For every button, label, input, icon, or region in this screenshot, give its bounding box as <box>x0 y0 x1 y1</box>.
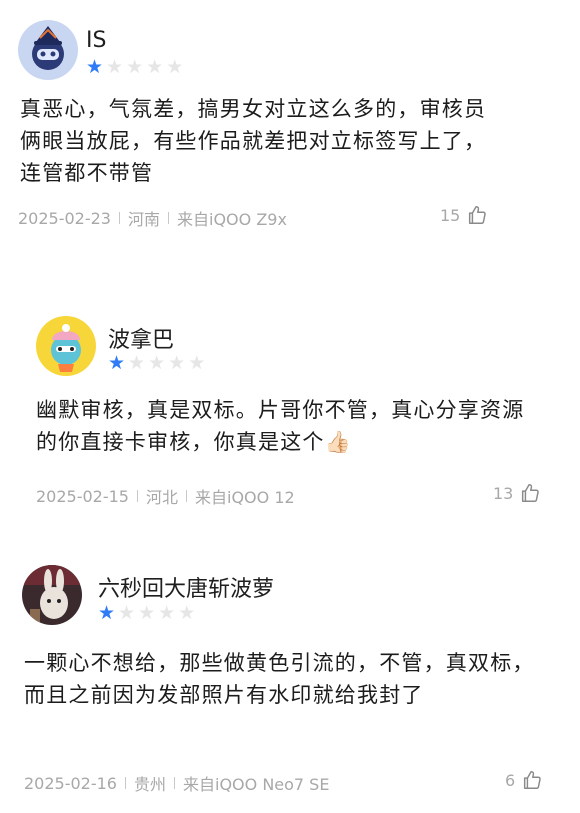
like-count: 13 <box>493 483 514 503</box>
divider <box>186 490 187 502</box>
like-count: 15 <box>440 205 461 225</box>
review-text: 真恶心，气氛差，搞男女对立这么多的，审核员俩眼当放屁，有些作品就差把对立标签写上… <box>20 97 487 185</box>
star-rating: ★ ★ ★ ★ ★ <box>86 58 183 77</box>
star-icon: ★ <box>126 56 144 78</box>
review-text: 一颗心不想给，那些做黄色引流的，不管，真双标，而且之前因为发部照片有水印就给我封… <box>24 651 535 707</box>
review-meta: 2025-02-15 河北 来自iQOO 12 <box>36 484 295 508</box>
star-icon: ★ <box>108 352 126 374</box>
star-icon: ★ <box>148 352 166 374</box>
review-device: 来自iQOO 12 <box>195 488 295 507</box>
divider <box>174 777 175 789</box>
like-button[interactable]: 15 <box>440 204 488 226</box>
divider <box>168 212 169 224</box>
thumbs-up-icon <box>469 206 487 224</box>
like-button[interactable]: 13 <box>493 482 541 504</box>
star-rating: ★ ★ ★ ★ ★ <box>98 604 195 623</box>
star-icon: ★ <box>98 602 116 624</box>
divider <box>136 490 138 502</box>
star-icon: ★ <box>86 56 104 78</box>
star-icon: ★ <box>166 56 184 78</box>
thumbs-up-icon <box>522 484 540 502</box>
review-date: 2025-02-15 <box>36 486 129 506</box>
divider <box>118 212 120 224</box>
avatar[interactable] <box>22 565 82 625</box>
avatar[interactable] <box>36 316 96 376</box>
review-date: 2025-02-23 <box>18 208 111 228</box>
divider <box>124 777 126 789</box>
star-icon: ★ <box>106 56 124 78</box>
review-device: 来自iQOO Neo7 SE <box>183 775 330 794</box>
review-region: 河北 <box>145 488 178 507</box>
star-icon: ★ <box>178 602 196 624</box>
avatar[interactable] <box>18 20 78 80</box>
username[interactable]: 波拿巴 <box>108 322 174 354</box>
review-date: 2025-02-16 <box>24 773 117 793</box>
like-count: 6 <box>505 770 516 790</box>
review-device: 来自iQOO Z9x <box>177 210 287 229</box>
username[interactable]: 六秒回大唐斩波萝 <box>98 571 274 603</box>
review-region: 贵州 <box>133 775 166 794</box>
star-icon: ★ <box>118 602 136 624</box>
star-icon: ★ <box>128 352 146 374</box>
star-icon: ★ <box>146 56 164 78</box>
username[interactable]: IS <box>86 28 106 53</box>
star-icon: ★ <box>168 352 186 374</box>
review-card: 波拿巴 ★ ★ ★ ★ ★ 幽默审核，真是双标。片哥你不管，真心分享资源的你直接… <box>0 300 580 530</box>
review-meta: 2025-02-16 贵州 来自iQOO Neo7 SE <box>24 771 329 795</box>
star-icon: ★ <box>138 602 156 624</box>
review-text: 幽默审核，真是双标。片哥你不管，真心分享资源的你直接卡审核，你真是这个👍🏻 <box>36 398 525 454</box>
star-rating: ★ ★ ★ ★ ★ <box>108 354 205 373</box>
star-icon: ★ <box>158 602 176 624</box>
review-meta: 2025-02-23 河南 来自iQOO Z9x <box>18 206 287 230</box>
star-icon: ★ <box>188 352 206 374</box>
thumbs-up-icon <box>524 771 541 789</box>
review-card: IS ★ ★ ★ ★ ★ 真恶心，气氛差，搞男女对立这么多的，审核员俩眼当放屁，… <box>0 0 580 250</box>
like-button[interactable]: 6 <box>505 769 543 791</box>
review-card: 六秒回大唐斩波萝 ★ ★ ★ ★ ★ 一颗心不想给，那些做黄色引流的，不管，真双… <box>0 555 580 813</box>
review-region: 河南 <box>127 210 160 229</box>
